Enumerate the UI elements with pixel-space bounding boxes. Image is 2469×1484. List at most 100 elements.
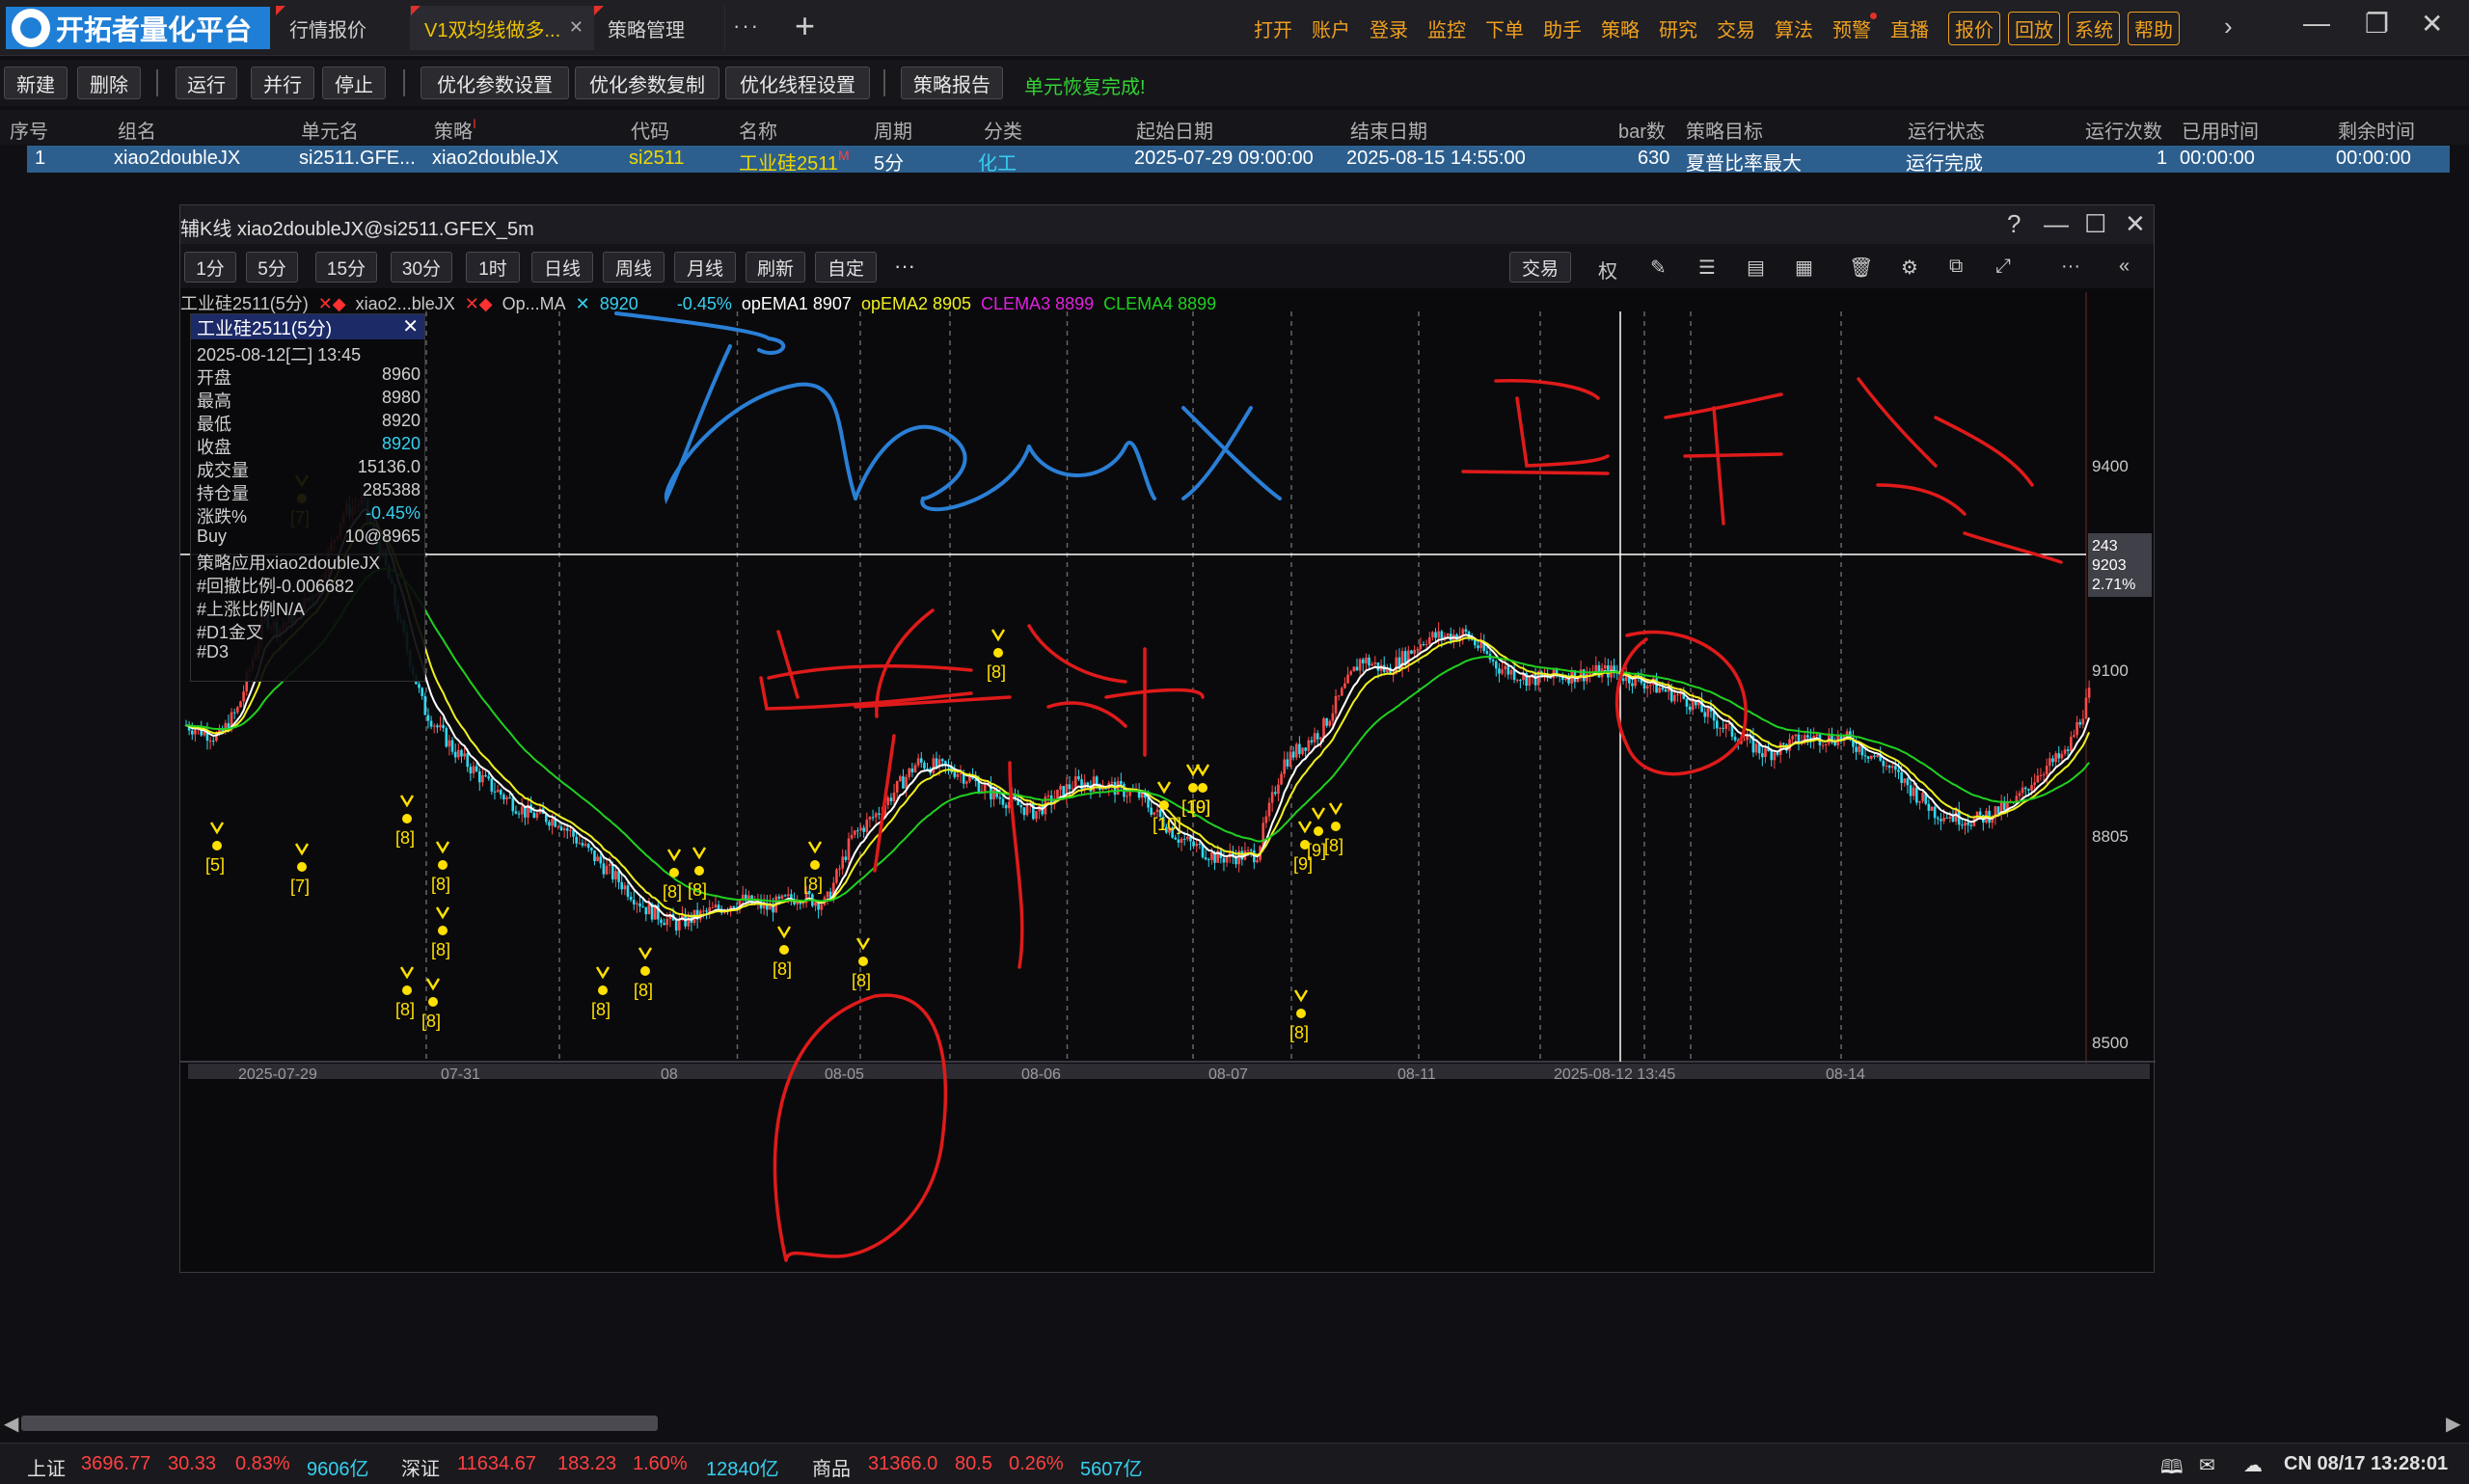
trade-button[interactable]: 交易 [1509,252,1571,283]
col-name[interactable]: 名称 [739,116,777,144]
menu-open[interactable]: 打开 [1254,14,1292,42]
crosshair-readout: 9203 [2092,557,2127,574]
signal-arrow [399,795,415,808]
period-1h-button[interactable]: 1时 [466,252,520,283]
col-code[interactable]: 代码 [631,116,669,144]
col-runs[interactable]: 运行次数 [2085,116,2162,144]
message-icon[interactable]: ✉ [2199,1453,2215,1477]
menu-system-button[interactable]: 系统 [2068,11,2120,45]
stop-button[interactable]: 停止 [322,67,386,99]
menu-login[interactable]: 登录 [1370,14,1408,42]
col-period[interactable]: 周期 [874,116,912,144]
col-start-date[interactable]: 起始日期 [1136,116,1213,144]
legend-close-icon[interactable]: ✕ [576,294,590,313]
restore-icon[interactable]: ❐ [2365,8,2389,40]
tab-strategy-v1[interactable]: V1双均线做多... ✕ [411,6,594,50]
screenshot-icon[interactable]: ⧉ [1949,256,1963,278]
period-30min-button[interactable]: 30分 [391,252,452,283]
parallel-button[interactable]: 并行 [251,67,314,99]
menu-research[interactable]: 研究 [1659,14,1697,42]
candle-body [524,806,527,818]
col-group[interactable]: 组名 [118,116,156,144]
legend-remove-icon[interactable]: ✕◆ [465,294,493,313]
settings-icon[interactable]: ⚙ [1901,256,1918,280]
delete-button[interactable]: 删除 [77,67,141,99]
period-5min-button[interactable]: 5分 [246,252,298,283]
minimize-icon[interactable]: — [2044,209,2069,239]
col-state[interactable]: 运行状态 [1908,116,1985,144]
scroll-right-icon[interactable]: ▶ [2446,1412,2460,1436]
close-icon[interactable]: ✕ [2125,209,2146,239]
clipboard-icon[interactable]: ▤ [1747,256,1765,280]
adjust-weight-button[interactable]: 权 [1598,256,1617,283]
menu-algo[interactable]: 算法 [1775,14,1813,42]
period-1min-button[interactable]: 1分 [184,252,236,283]
menu-order[interactable]: 下单 [1485,14,1524,42]
col-elapsed[interactable]: 已用时间 [2182,116,2259,144]
bookmark-icon[interactable]: 🕮 [2160,1453,2184,1484]
menu-alert[interactable]: 预警 [1832,12,1877,42]
candle-body [1915,787,1918,803]
kline-window-titlebar[interactable]: 辅K线 xiao2doubleJX@si2511.GFEX_5m ? — ☐ ✕ [180,205,2154,244]
tab-strategy-management[interactable]: 策略管理 [594,6,725,50]
refresh-button[interactable]: 刷新 [746,252,805,283]
collapse-left-icon[interactable]: « [2119,256,2130,278]
more-icon[interactable]: ··· [894,254,915,279]
optimize-copy-button[interactable]: 优化参数复制 [575,67,719,99]
menu-account[interactable]: 账户 [1312,14,1350,42]
col-category[interactable]: 分类 [984,116,1022,144]
close-icon[interactable]: ✕ [402,314,419,338]
period-15min-button[interactable]: 15分 [315,252,377,283]
col-index[interactable]: 序号 [10,116,48,144]
menu-quote-button[interactable]: 报价 [1948,11,2000,45]
help-icon[interactable]: ? [2007,209,2021,239]
fullscreen-icon[interactable]: ⤢ [1995,256,2011,278]
period-day-button[interactable]: 日线 [531,252,593,283]
col-unit[interactable]: 单元名 [301,116,359,144]
new-button[interactable]: 新建 [4,67,68,99]
custom-period-button[interactable]: 自定 [815,252,877,283]
menu-replay-button[interactable]: 回放 [2008,11,2060,45]
pencil-icon[interactable]: ✎ [1650,256,1667,280]
kline-plot[interactable]: [5][7][7][8][8][8][8][8][8][8][8][8][8][… [180,292,2156,1274]
sliders-icon[interactable]: ☰ [1698,256,1716,280]
candle-body [1722,727,1724,729]
col-target[interactable]: 策略目标 [1686,116,1763,144]
more-tabs-icon[interactable]: ··· [733,13,760,39]
col-remaining[interactable]: 剩余时间 [2338,116,2415,144]
strategy-report-button[interactable]: 策略报告 [901,67,1003,99]
col-bars[interactable]: bar数 [1618,116,1666,144]
candle-body [1764,748,1767,758]
maximize-icon[interactable]: ☐ [2084,209,2106,239]
layout-icon[interactable]: ▦ [1795,256,1813,280]
optimize-threads-button[interactable]: 优化线程设置 [725,67,870,99]
menu-monitor[interactable]: 监控 [1427,14,1466,42]
kline-svg[interactable]: [5][7][7][8][8][8][8][8][8][8][8][8][8][… [180,292,2156,1274]
trash-icon[interactable]: 🗑 [1849,256,1873,280]
menu-assistant[interactable]: 助手 [1543,14,1582,42]
add-tab-icon[interactable]: + [795,6,815,46]
menu-trade[interactable]: 交易 [1717,14,1755,42]
scroll-left-icon[interactable]: ◀ [4,1412,18,1436]
legend-remove-icon[interactable]: ✕◆ [318,294,346,313]
menu-help-button[interactable]: 帮助 [2128,11,2180,45]
menu-strategy[interactable]: 策略 [1601,14,1640,42]
optimize-settings-button[interactable]: 优化参数设置 [421,67,569,99]
period-month-button[interactable]: 月线 [674,252,736,283]
candle-body [992,789,995,800]
cloud-icon[interactable]: ☁ [2243,1453,2263,1477]
run-button[interactable]: 运行 [176,67,237,99]
more-options-icon[interactable]: ··· [2061,256,2080,278]
chevron-right-icon[interactable]: › [2224,12,2233,41]
close-window-icon[interactable]: ✕ [2421,8,2443,40]
minimize-icon[interactable]: — [2303,8,2330,39]
horizontal-scrollbar[interactable]: ◀ ▶ [0,1410,2469,1437]
period-week-button[interactable]: 周线 [603,252,665,283]
col-strategy[interactable]: 策略I [434,116,476,144]
tab-quotes[interactable]: 行情报价 [276,6,411,50]
scrollbar-thumb[interactable] [21,1416,658,1431]
close-tab-icon[interactable]: ✕ [569,17,583,38]
col-end-date[interactable]: 结束日期 [1350,116,1427,144]
table-row[interactable]: 1 xiao2doubleJX si2511.GFE... xiao2doubl… [27,146,2450,175]
menu-live[interactable]: 直播 [1890,14,1929,42]
